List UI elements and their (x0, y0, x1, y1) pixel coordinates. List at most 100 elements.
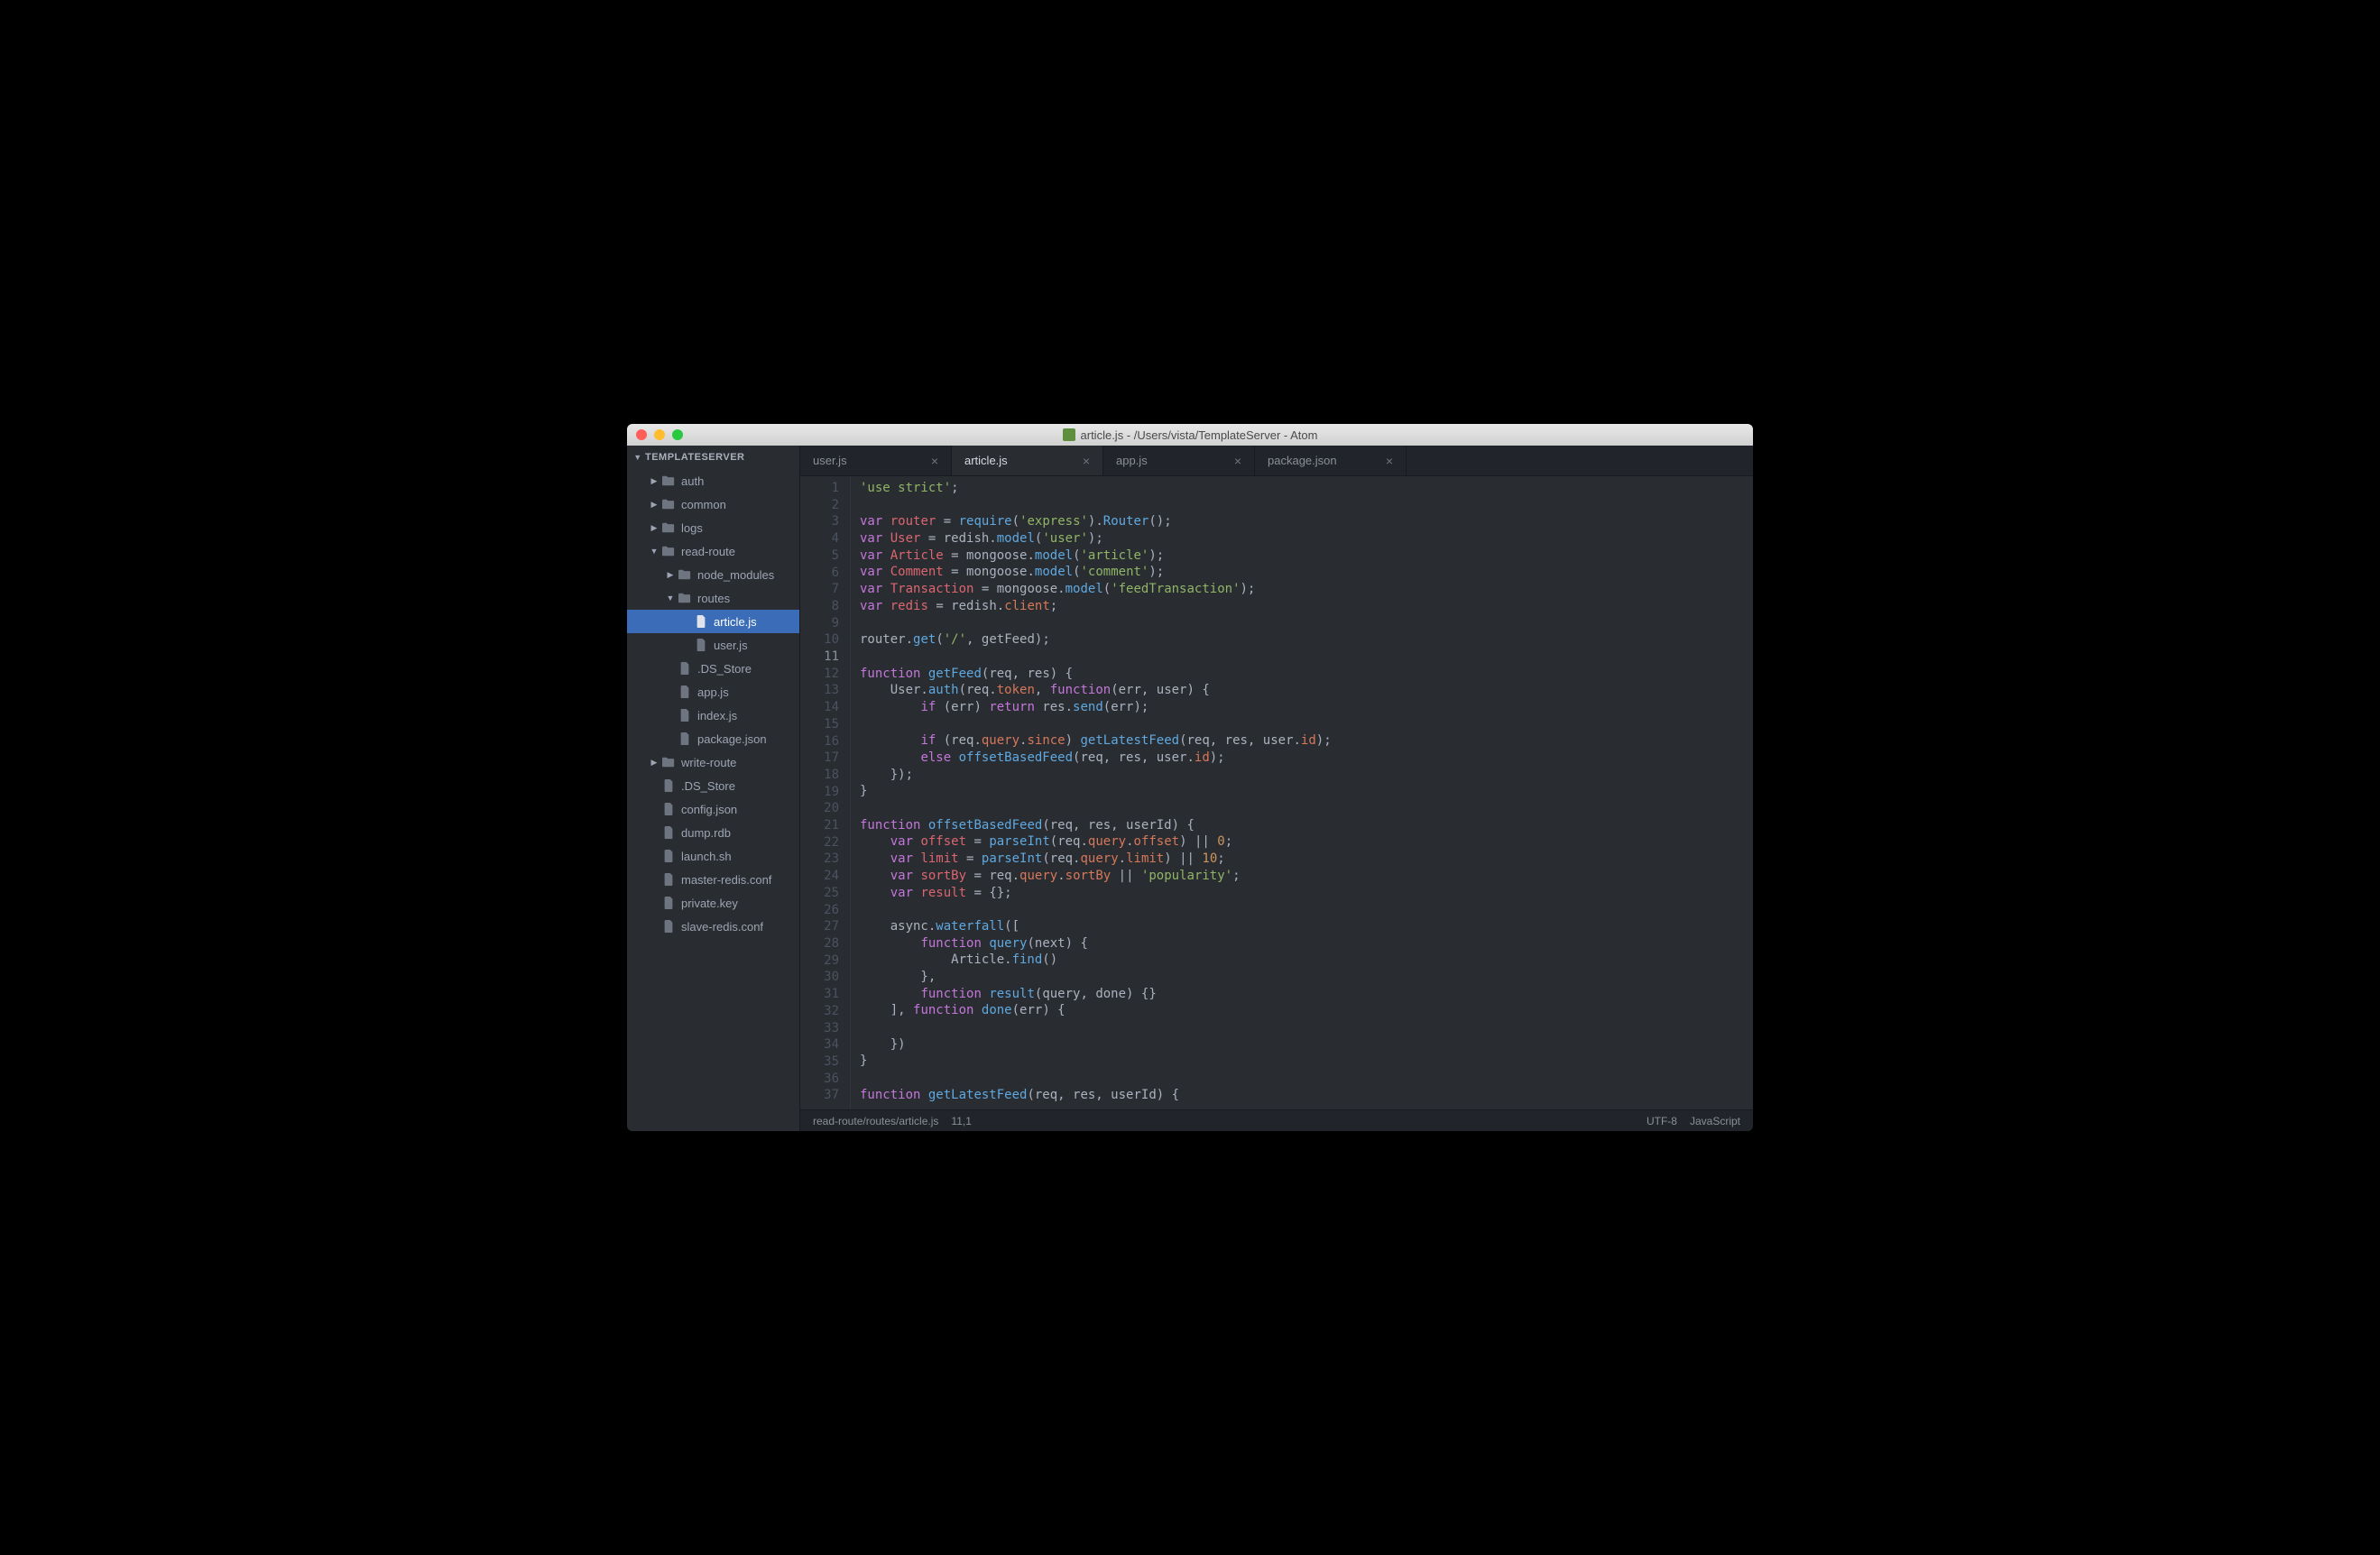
tab-article-js[interactable]: article.js× (952, 446, 1103, 475)
line-number[interactable]: 1 (800, 480, 839, 497)
status-grammar[interactable]: JavaScript (1690, 1115, 1740, 1127)
code-line[interactable]: async.waterfall([ (860, 918, 1753, 935)
code-line[interactable]: var sortBy = req.query.sortBy || 'popula… (860, 868, 1753, 885)
file-package-json[interactable]: package.json (627, 727, 799, 750)
code-line[interactable]: 'use strict'; (860, 480, 1753, 497)
line-number[interactable]: 33 (800, 1020, 839, 1037)
code-line[interactable]: var Comment = mongoose.model('comment'); (860, 564, 1753, 581)
line-number[interactable]: 15 (800, 716, 839, 733)
code-line[interactable]: function getFeed(req, res) { (860, 666, 1753, 683)
file-config-json[interactable]: config.json (627, 797, 799, 821)
folder-auth[interactable]: ▶auth (627, 469, 799, 492)
file--ds-store[interactable]: .DS_Store (627, 657, 799, 680)
line-number[interactable]: 34 (800, 1036, 839, 1054)
line-number[interactable]: 10 (800, 631, 839, 649)
code-line[interactable]: var router = require('express').Router()… (860, 513, 1753, 530)
text-editor[interactable]: 1234567891011121314151617181920212223242… (800, 476, 1753, 1109)
folder-node-modules[interactable]: ▶node_modules (627, 563, 799, 586)
folder-common[interactable]: ▶common (627, 492, 799, 516)
code-line[interactable]: } (860, 783, 1753, 800)
line-number[interactable]: 14 (800, 699, 839, 716)
tab-app-js[interactable]: app.js× (1103, 446, 1255, 475)
window-close-button[interactable] (636, 429, 647, 440)
line-number[interactable]: 13 (800, 682, 839, 699)
line-number[interactable]: 19 (800, 784, 839, 801)
close-icon[interactable]: × (1386, 454, 1393, 468)
code-line[interactable] (860, 1019, 1753, 1036)
code-line[interactable]: Article.find() (860, 952, 1753, 969)
project-root[interactable]: ▼TEMPLATESERVER (627, 446, 799, 469)
line-number[interactable]: 17 (800, 750, 839, 767)
code-line[interactable]: var redis = redish.client; (860, 598, 1753, 615)
code-line[interactable]: if (err) return res.send(err); (860, 699, 1753, 716)
code-line[interactable]: var result = {}; (860, 885, 1753, 902)
code-line[interactable]: function query(next) { (860, 935, 1753, 952)
line-number[interactable]: 28 (800, 935, 839, 952)
line-number[interactable]: 23 (800, 851, 839, 868)
code-line[interactable]: User.auth(req.token, function(err, user)… (860, 682, 1753, 699)
line-number[interactable]: 3 (800, 513, 839, 530)
line-number[interactable]: 5 (800, 547, 839, 565)
code-line[interactable]: var User = redish.model('user'); (860, 530, 1753, 547)
status-encoding[interactable]: UTF-8 (1647, 1115, 1677, 1127)
code-line[interactable]: ], function done(err) { (860, 1002, 1753, 1019)
line-number[interactable]: 22 (800, 834, 839, 851)
line-number[interactable]: 35 (800, 1054, 839, 1071)
code-line[interactable]: router.get('/', getFeed); (860, 631, 1753, 649)
file-app-js[interactable]: app.js (627, 680, 799, 704)
code-line[interactable] (860, 649, 1753, 666)
code-line[interactable]: else offsetBasedFeed(req, res, user.id); (860, 750, 1753, 767)
code-line[interactable]: var offset = parseInt(req.query.offset) … (860, 833, 1753, 851)
line-number[interactable]: 6 (800, 565, 839, 582)
file-launch-sh[interactable]: launch.sh (627, 844, 799, 868)
line-number[interactable]: 21 (800, 817, 839, 834)
code-line[interactable]: function getLatestFeed(req, res, userId)… (860, 1087, 1753, 1104)
line-number[interactable]: 8 (800, 598, 839, 615)
code-line[interactable]: } (860, 1053, 1753, 1070)
window-minimize-button[interactable] (654, 429, 665, 440)
close-icon[interactable]: × (931, 454, 938, 468)
code-line[interactable]: function offsetBasedFeed(req, res, userI… (860, 817, 1753, 834)
project-tree[interactable]: ▼TEMPLATESERVER▶auth▶common▶logs▼read-ro… (627, 446, 800, 1131)
file-article-js[interactable]: article.js (627, 610, 799, 633)
close-icon[interactable]: × (1083, 454, 1090, 468)
line-number[interactable]: 7 (800, 581, 839, 598)
line-number[interactable]: 11 (800, 649, 839, 666)
file-dump-rdb[interactable]: dump.rdb (627, 821, 799, 844)
code-line[interactable]: var Transaction = mongoose.model('feedTr… (860, 581, 1753, 598)
line-number[interactable]: 29 (800, 952, 839, 970)
titlebar[interactable]: article.js - /Users/vista/TemplateServer… (627, 424, 1753, 446)
folder-routes[interactable]: ▼routes (627, 586, 799, 610)
line-number[interactable]: 27 (800, 918, 839, 935)
line-number[interactable]: 25 (800, 885, 839, 902)
line-number[interactable]: 37 (800, 1087, 839, 1104)
file-slave-redis-conf[interactable]: slave-redis.conf (627, 915, 799, 938)
code-line[interactable]: }, (860, 969, 1753, 986)
file-private-key[interactable]: private.key (627, 891, 799, 915)
line-number[interactable]: 36 (800, 1071, 839, 1088)
folder-write-route[interactable]: ▶write-route (627, 750, 799, 774)
line-number[interactable]: 2 (800, 497, 839, 514)
line-number[interactable]: 16 (800, 733, 839, 750)
code-line[interactable]: }) (860, 1036, 1753, 1054)
tab-user-js[interactable]: user.js× (800, 446, 952, 475)
folder-logs[interactable]: ▶logs (627, 516, 799, 539)
close-icon[interactable]: × (1234, 454, 1241, 468)
tab-package-json[interactable]: package.json× (1255, 446, 1407, 475)
code-line[interactable] (860, 716, 1753, 733)
file--ds-store[interactable]: .DS_Store (627, 774, 799, 797)
status-path[interactable]: read-route/routes/article.js (813, 1115, 938, 1127)
code-content[interactable]: 'use strict'; var router = require('expr… (851, 476, 1753, 1109)
line-number-gutter[interactable]: 1234567891011121314151617181920212223242… (800, 476, 851, 1109)
line-number[interactable]: 30 (800, 969, 839, 986)
line-number[interactable]: 12 (800, 666, 839, 683)
line-number[interactable]: 20 (800, 800, 839, 817)
line-number[interactable]: 9 (800, 615, 839, 632)
folder-read-route[interactable]: ▼read-route (627, 539, 799, 563)
code-line[interactable] (860, 800, 1753, 817)
tab-bar[interactable]: user.js×article.js×app.js×package.json× (800, 446, 1753, 476)
code-line[interactable] (860, 615, 1753, 632)
code-line[interactable] (860, 497, 1753, 514)
line-number[interactable]: 18 (800, 767, 839, 784)
line-number[interactable]: 4 (800, 530, 839, 547)
